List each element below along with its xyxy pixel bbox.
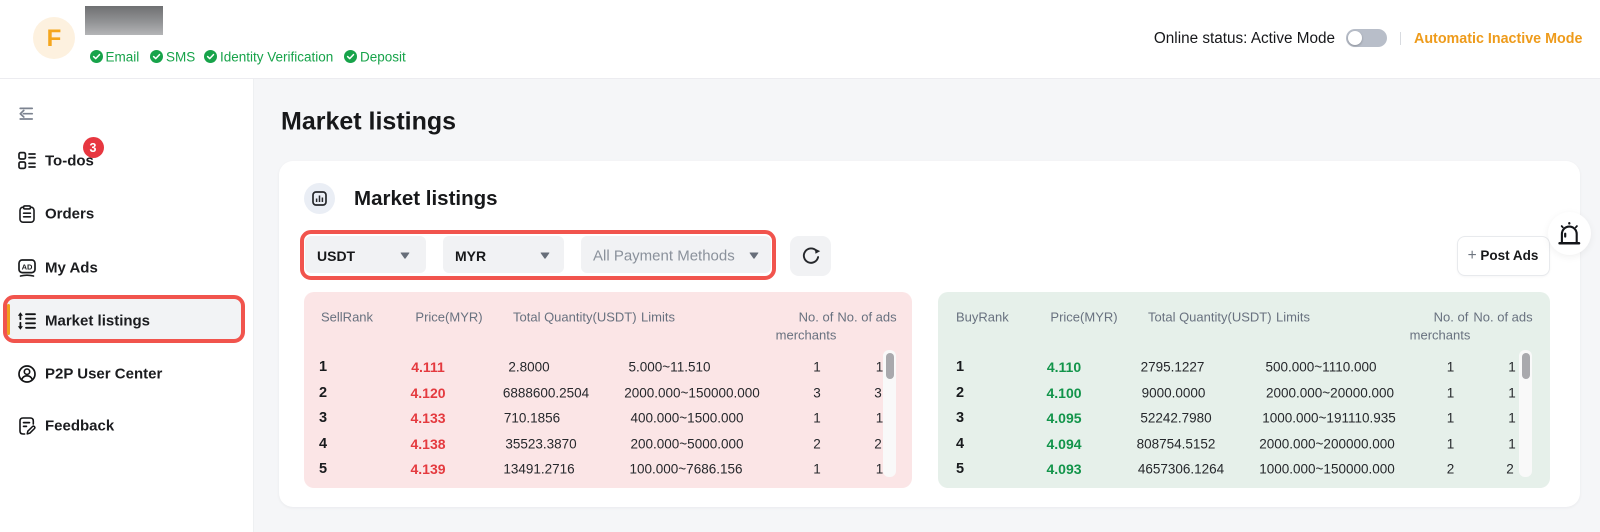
svg-text:AD: AD	[22, 262, 33, 271]
